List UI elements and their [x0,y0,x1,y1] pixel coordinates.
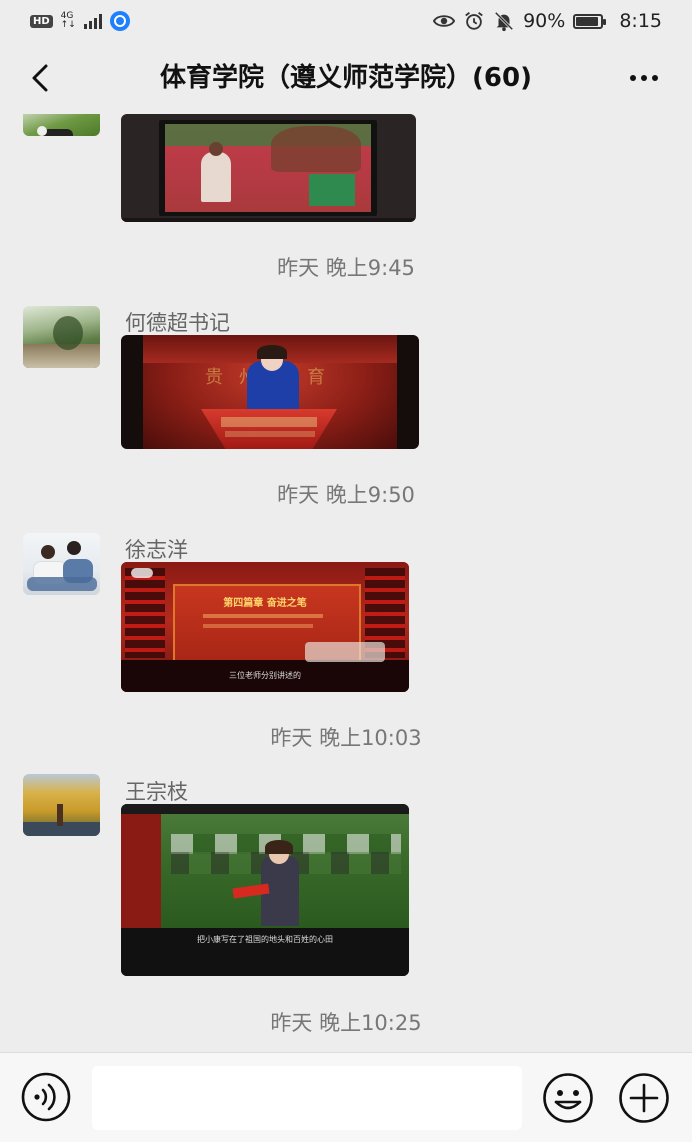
status-bar: HD 4G ↑↓ 90% 8:15 [0,0,692,42]
sender-name: 王宗枝 [125,780,188,804]
clock: 8:15 [619,10,662,32]
video-subtitle: 把小康写在了祖国的地头和百姓的心田 [197,935,333,944]
sender-name: 何德超书记 [125,311,230,335]
video-subtitle: 三位老师分别讲述的 [229,671,301,680]
video-message[interactable] [121,114,416,222]
eye-icon [433,15,456,27]
signal-icon [83,13,102,29]
timestamp: 昨天 晚上10:25 [270,1011,422,1035]
message-input[interactable] [92,1066,522,1130]
status-right: 90% 8:15 [433,10,662,32]
chat-header: 体育学院（遵义师范学院）(60) [0,42,692,114]
hd-badge: HD [30,14,53,28]
app-notification-icon [109,11,130,31]
timestamp: 昨天 晚上10:03 [270,726,422,750]
chevron-left-icon [32,64,48,92]
video-message[interactable]: 把小康写在了祖国的地头和百姓的心田 [121,804,409,976]
video-message[interactable]: 第四篇章 奋进之笔 三位老师分别讲述的 [121,562,409,692]
battery-fill [576,16,598,26]
back-button[interactable] [22,60,58,96]
timestamp: 昨天 晚上9:45 [277,256,415,280]
input-bar [0,1052,692,1142]
battery-percent: 90% [523,10,566,32]
plus-icon[interactable] [618,1072,670,1124]
more-dots-icon [630,75,636,81]
chat-title: 体育学院（遵义师范学院）(60) [160,63,532,93]
message-list[interactable]: 昨天 晚上9:45 何德超书记 贵州教育 昨天 晚上9:50 徐志洋 第四篇章 … [0,114,692,1052]
video-caption: 第四篇章 奋进之笔 [223,598,307,609]
video-message[interactable]: 贵州教育 [121,335,419,449]
voice-icon[interactable] [21,1072,71,1122]
avatar[interactable] [23,306,100,368]
sender-name: 徐志洋 [125,538,188,562]
alarm-icon [465,12,483,30]
status-left: HD 4G ↑↓ [30,11,130,31]
avatar[interactable] [23,774,100,836]
more-button[interactable] [624,60,664,96]
network-type: 4G ↑↓ [61,12,76,30]
timestamp: 昨天 晚上9:50 [277,483,415,507]
network-sublabel: ↑↓ [60,20,76,30]
battery-icon [573,13,607,29]
avatar[interactable] [23,114,100,136]
avatar[interactable] [23,533,100,595]
emoji-icon[interactable] [542,1072,594,1124]
mute-icon [494,11,514,32]
